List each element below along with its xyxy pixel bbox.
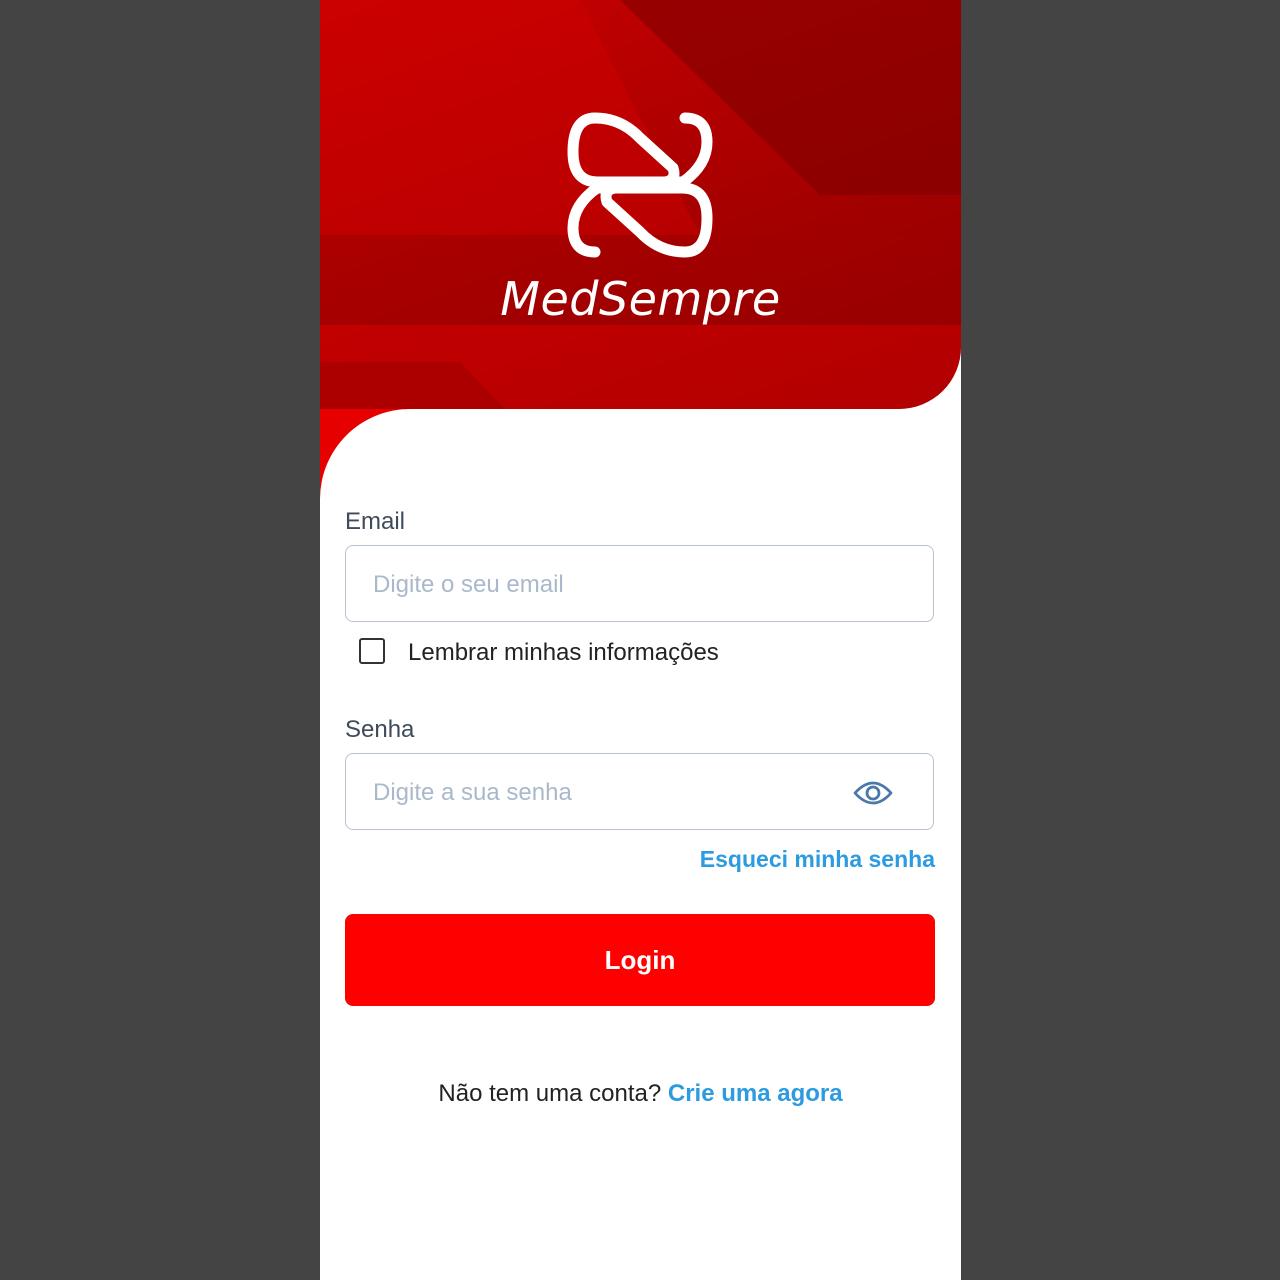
login-form bbox=[320, 409, 961, 1280]
brand-header: MedSempre bbox=[320, 0, 961, 409]
signup-row: Não tem uma conta? Crie uma agora bbox=[320, 1080, 961, 1108]
brand-name: MedSempre bbox=[500, 272, 781, 326]
medsempre-logo-icon bbox=[567, 112, 713, 258]
email-label: Email bbox=[345, 508, 406, 535]
eye-icon[interactable] bbox=[853, 775, 893, 811]
login-button[interactable]: Login bbox=[345, 914, 935, 1006]
signup-prompt: Não tem uma conta? bbox=[438, 1080, 662, 1107]
password-field-container[interactable] bbox=[345, 753, 934, 831]
forgot-password-link[interactable]: Esqueci minha senha bbox=[700, 846, 935, 873]
remember-checkbox[interactable] bbox=[359, 638, 385, 664]
remember-label[interactable]: Lembrar minhas informações bbox=[408, 639, 719, 667]
password-field[interactable] bbox=[371, 754, 855, 831]
signup-link[interactable]: Crie uma agora bbox=[668, 1080, 843, 1107]
email-field[interactable] bbox=[371, 546, 855, 623]
password-label: Senha bbox=[345, 716, 415, 743]
email-field-container[interactable] bbox=[345, 545, 934, 623]
login-screen: MedSempre Email Lembrar minhas informaçõ… bbox=[320, 0, 961, 1280]
